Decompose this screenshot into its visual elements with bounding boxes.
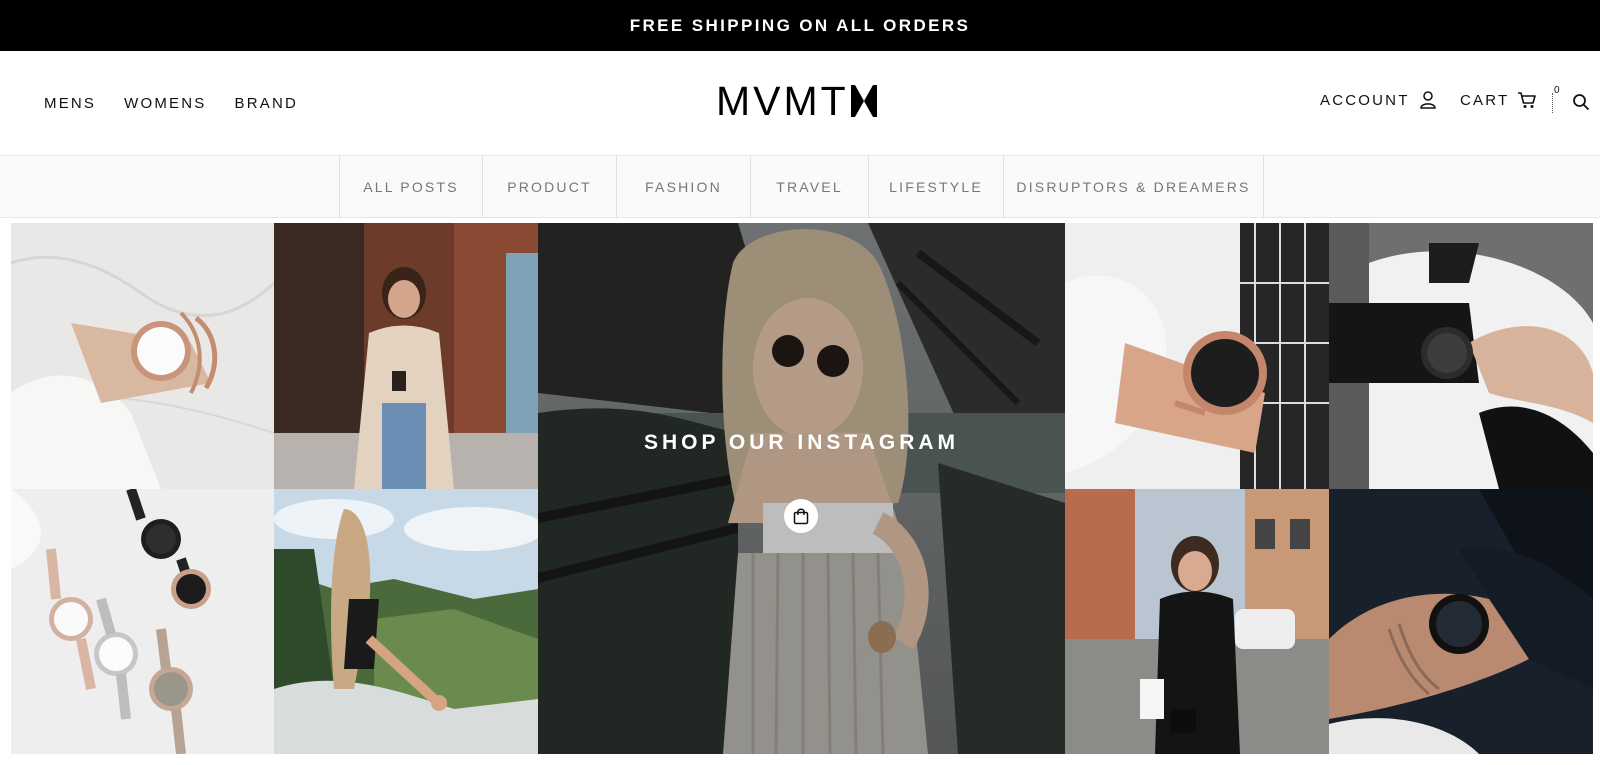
cart-label: CART xyxy=(1460,91,1510,109)
instagram-photo[interactable] xyxy=(11,223,274,489)
shop-instagram-button[interactable] xyxy=(784,499,818,533)
logo-text: MVMT xyxy=(716,78,849,124)
site-header: MENS WOMENS BRAND MVMT ACCOUNT CART 0 xyxy=(0,51,1600,155)
instagram-photo[interactable] xyxy=(11,489,274,754)
instagram-photo[interactable] xyxy=(1329,489,1593,754)
announcement-bar: FREE SHIPPING ON ALL ORDERS xyxy=(0,0,1600,51)
category-list: ALL POSTS PRODUCT FASHION TRAVEL LIFESTY… xyxy=(339,156,1264,218)
instagram-grid: SHOP OUR INSTAGRAM xyxy=(11,223,1593,754)
nav-link-womens[interactable]: WOMENS xyxy=(124,95,206,112)
instagram-photo[interactable] xyxy=(274,489,538,754)
user-icon xyxy=(1419,91,1436,109)
account-link[interactable]: ACCOUNT xyxy=(1320,91,1436,109)
search-button[interactable] xyxy=(1572,93,1590,116)
instagram-featured-photo[interactable]: SHOP OUR INSTAGRAM xyxy=(538,223,1065,754)
category-lifestyle[interactable]: LIFESTYLE xyxy=(869,156,1004,218)
category-disruptors-dreamers[interactable]: DISRUPTORS & DREAMERS xyxy=(1004,156,1264,218)
search-icon xyxy=(1573,94,1590,111)
instagram-photo[interactable] xyxy=(1065,223,1329,489)
category-product[interactable]: PRODUCT xyxy=(483,156,617,218)
header-actions: ACCOUNT CART 0 xyxy=(1270,51,1600,155)
instagram-photo[interactable] xyxy=(274,223,538,489)
header-divider xyxy=(1552,93,1553,113)
category-fashion[interactable]: FASHION xyxy=(617,156,751,218)
instagram-photo[interactable] xyxy=(1329,223,1593,489)
category-all-posts[interactable]: ALL POSTS xyxy=(340,156,483,218)
instagram-heading: SHOP OUR INSTAGRAM xyxy=(643,431,960,454)
brand-logo[interactable]: MVMT xyxy=(716,78,888,124)
instagram-photo[interactable] xyxy=(1065,489,1329,754)
nav-link-mens[interactable]: MENS xyxy=(44,95,96,112)
announcement-text: FREE SHIPPING ON ALL ORDERS xyxy=(629,15,971,35)
logo-bowtie-mark xyxy=(850,85,877,117)
cart-icon xyxy=(1518,92,1537,108)
cart-link[interactable]: CART xyxy=(1460,91,1537,109)
shopping-bag-icon xyxy=(793,508,809,525)
account-label: ACCOUNT xyxy=(1320,91,1410,109)
category-travel[interactable]: TRAVEL xyxy=(751,156,869,218)
blog-category-bar: ALL POSTS PRODUCT FASHION TRAVEL LIFESTY… xyxy=(0,155,1600,218)
cart-count-badge: 0 xyxy=(1554,85,1560,96)
nav-link-brand[interactable]: BRAND xyxy=(235,95,299,112)
main-nav: MENS WOMENS BRAND xyxy=(44,51,298,155)
